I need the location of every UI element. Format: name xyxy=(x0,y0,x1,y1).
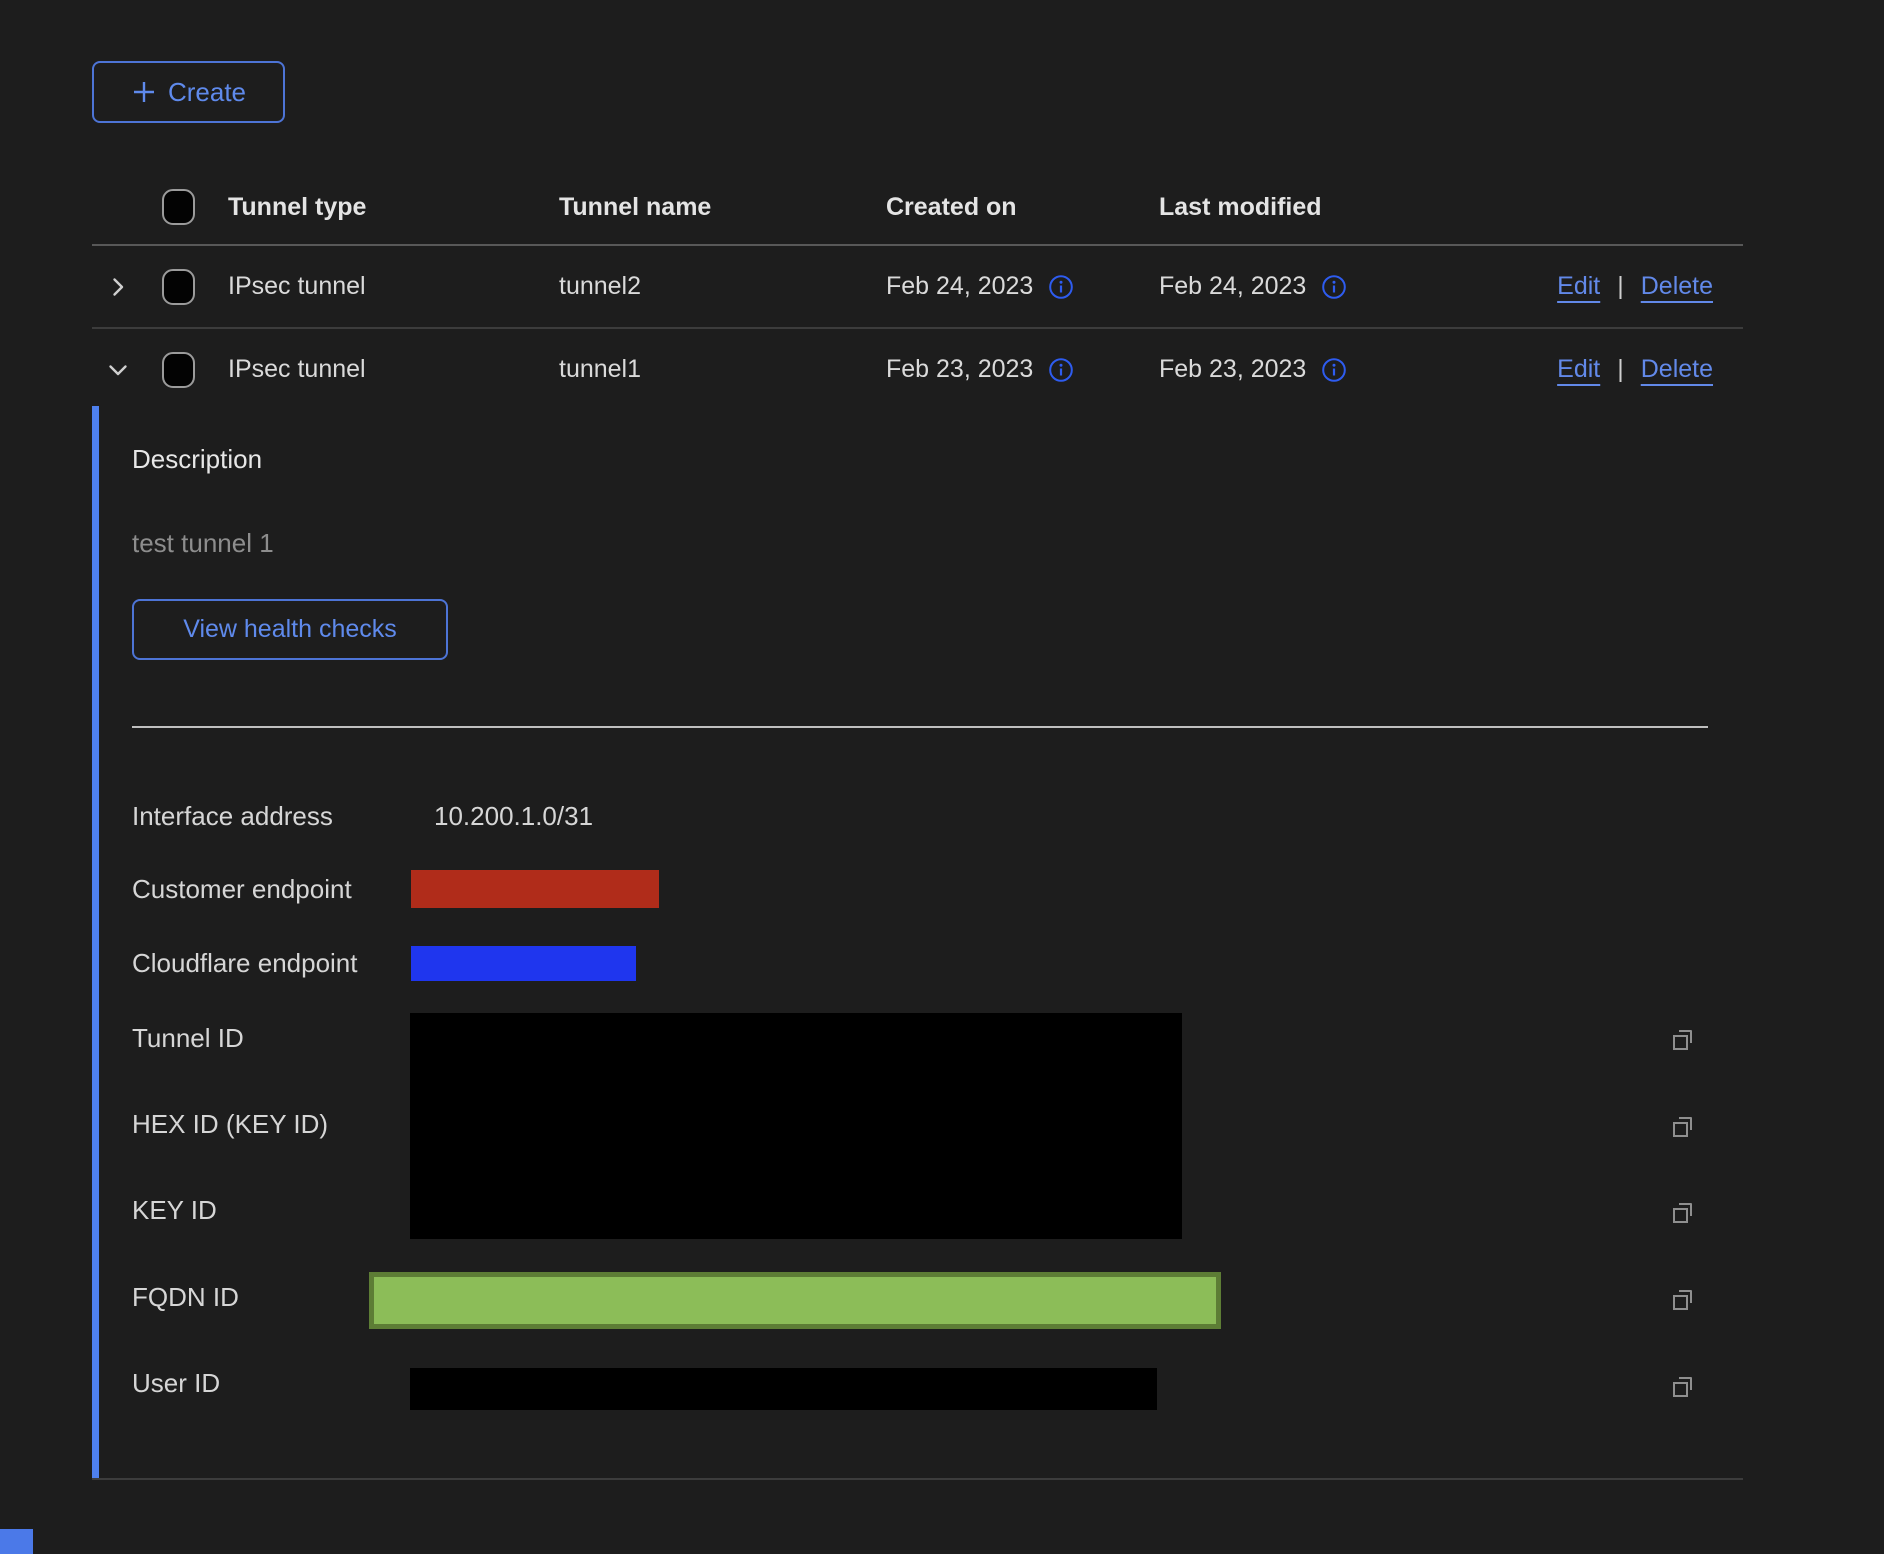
table-header-row: Tunnel type Tunnel name Created on Last … xyxy=(92,170,1743,246)
create-button-label: Create xyxy=(168,77,246,108)
user-id-redaction xyxy=(410,1368,1157,1410)
edit-link[interactable]: Edit xyxy=(1557,355,1600,384)
created-on-info-button[interactable] xyxy=(1048,274,1074,300)
cloudflare-endpoint-label: Cloudflare endpoint xyxy=(132,948,358,979)
tunnel-type-cell: IPsec tunnel xyxy=(228,355,559,384)
copy-icon xyxy=(1668,1112,1698,1142)
action-separator: | xyxy=(1617,355,1624,384)
last-modified-cell: Feb 23, 2023 xyxy=(1159,355,1306,384)
delete-link[interactable]: Delete xyxy=(1641,272,1713,301)
copy-hex-id-button[interactable] xyxy=(1668,1112,1698,1142)
last-modified-cell: Feb 24, 2023 xyxy=(1159,272,1306,301)
copy-user-id-button[interactable] xyxy=(1668,1372,1698,1402)
edit-link[interactable]: Edit xyxy=(1557,272,1600,301)
copy-fqdn-id-button[interactable] xyxy=(1668,1285,1698,1315)
info-icon xyxy=(1321,274,1347,300)
last-modified-info-button[interactable] xyxy=(1321,357,1347,383)
interface-address-value: 10.200.1.0/31 xyxy=(434,801,593,832)
user-id-label: User ID xyxy=(132,1368,220,1399)
column-header-created-on: Created on xyxy=(886,193,1159,222)
delete-link[interactable]: Delete xyxy=(1641,355,1713,384)
customer-endpoint-label: Customer endpoint xyxy=(132,874,352,905)
last-modified-info-button[interactable] xyxy=(1321,274,1347,300)
copy-icon xyxy=(1668,1025,1698,1055)
copy-icon xyxy=(1668,1372,1698,1402)
info-icon xyxy=(1048,274,1074,300)
action-separator: | xyxy=(1617,272,1624,301)
column-header-tunnel-type: Tunnel type xyxy=(228,193,559,222)
chevron-right-icon xyxy=(106,275,130,299)
fqdn-id-label: FQDN ID xyxy=(132,1282,239,1313)
description-heading: Description xyxy=(132,444,262,475)
table-row: IPsec tunnel tunnel2 Feb 24, 2023 Feb 24… xyxy=(92,246,1743,329)
column-header-tunnel-name: Tunnel name xyxy=(559,193,886,222)
row-checkbox[interactable] xyxy=(162,352,195,388)
created-on-cell: Feb 24, 2023 xyxy=(886,272,1033,301)
plus-icon xyxy=(131,79,157,105)
cloudflare-endpoint-redaction xyxy=(411,946,636,981)
customer-endpoint-redaction xyxy=(411,870,659,908)
fqdn-id-redaction xyxy=(369,1272,1221,1329)
tunnels-table: Tunnel type Tunnel name Created on Last … xyxy=(92,170,1743,410)
view-health-checks-button[interactable]: View health checks xyxy=(132,599,448,660)
info-icon xyxy=(1048,357,1074,383)
tunnel-name-cell: tunnel1 xyxy=(559,355,886,384)
column-header-last-modified: Last modified xyxy=(1159,193,1543,222)
panel-bottom-divider xyxy=(92,1478,1743,1480)
hex-id-label: HEX ID (KEY ID) xyxy=(132,1109,328,1140)
copy-icon xyxy=(1668,1285,1698,1315)
created-on-info-button[interactable] xyxy=(1048,357,1074,383)
description-value: test tunnel 1 xyxy=(132,528,274,559)
copy-key-id-button[interactable] xyxy=(1668,1198,1698,1228)
row-checkbox[interactable] xyxy=(162,269,195,305)
created-on-cell: Feb 23, 2023 xyxy=(886,355,1033,384)
expand-row-button[interactable] xyxy=(106,275,130,299)
corner-blue-fragment xyxy=(0,1529,33,1554)
collapse-row-button[interactable] xyxy=(106,358,130,382)
copy-icon xyxy=(1668,1198,1698,1228)
tunnel-type-cell: IPsec tunnel xyxy=(228,272,559,301)
key-id-label: KEY ID xyxy=(132,1195,217,1226)
tunnels-page: Create Tunnel type Tunnel name Created o… xyxy=(0,0,1884,1554)
expanded-panel-accent-border xyxy=(92,406,99,1479)
table-row: IPsec tunnel tunnel1 Feb 23, 2023 Feb 23… xyxy=(92,329,1743,410)
info-icon xyxy=(1321,357,1347,383)
tunnel-name-cell: tunnel2 xyxy=(559,272,886,301)
ids-redaction-block xyxy=(410,1013,1182,1239)
interface-address-label: Interface address xyxy=(132,801,333,832)
copy-tunnel-id-button[interactable] xyxy=(1668,1025,1698,1055)
tunnel-id-label: Tunnel ID xyxy=(132,1023,244,1054)
chevron-down-icon xyxy=(106,358,130,382)
section-divider xyxy=(132,726,1708,728)
create-button[interactable]: Create xyxy=(92,61,285,123)
select-all-checkbox[interactable] xyxy=(162,189,195,225)
